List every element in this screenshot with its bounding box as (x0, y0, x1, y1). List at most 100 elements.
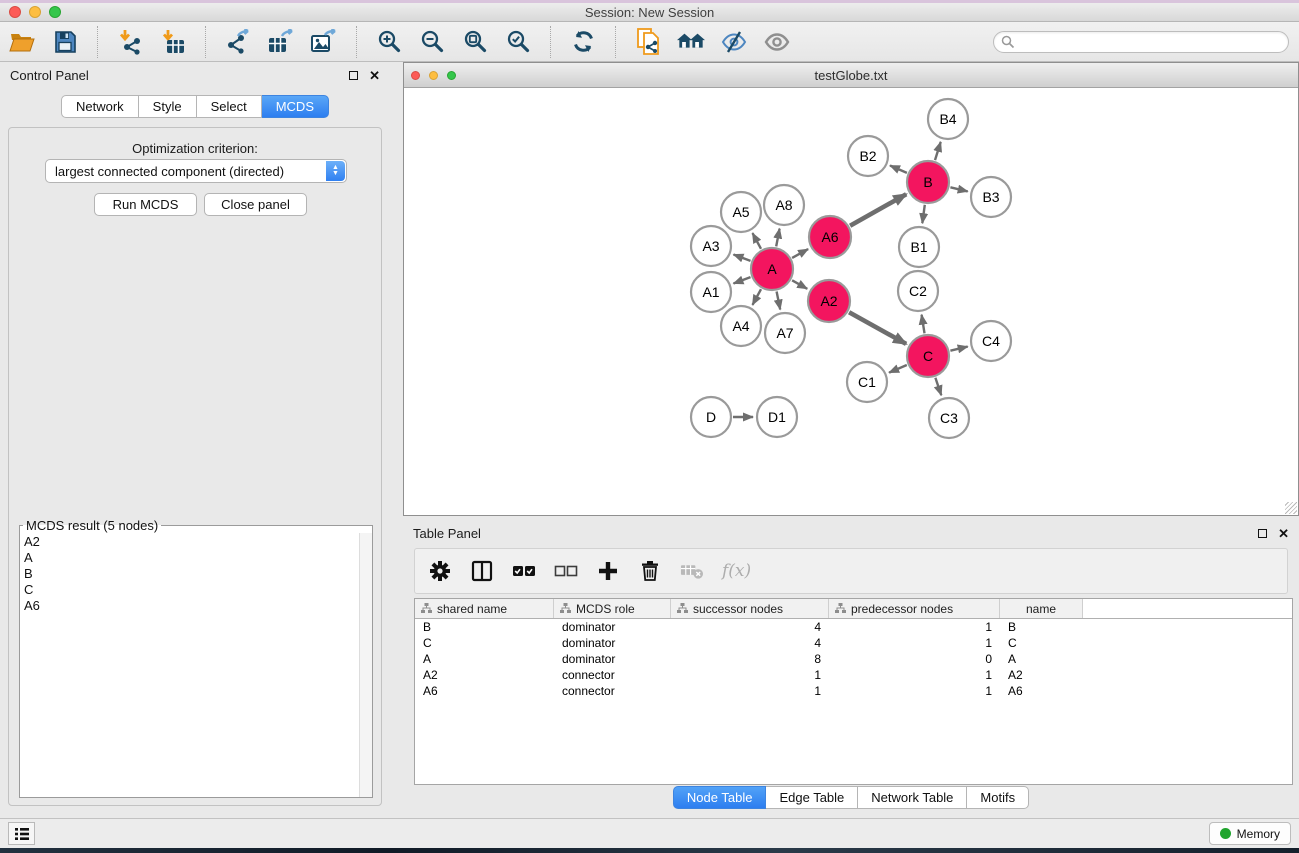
cell-MCDS-role[interactable]: dominator (554, 652, 671, 666)
mcds-result-item[interactable]: C (24, 582, 372, 598)
import-network-icon[interactable] (116, 28, 144, 56)
function-builder-icon[interactable]: f(x) (722, 561, 751, 581)
delete-columns-trash-icon[interactable] (638, 559, 662, 583)
graph-edge-C-C3[interactable] (935, 378, 941, 396)
refresh-icon[interactable] (569, 28, 597, 56)
tab-node-table[interactable]: Node Table (673, 786, 767, 809)
cell-predecessor-nodes[interactable]: 1 (829, 684, 1000, 698)
cell-successor-nodes[interactable]: 8 (671, 652, 829, 666)
titlebar[interactable]: Session: New Session (0, 3, 1299, 22)
tab-edge-table[interactable]: Edge Table (766, 786, 858, 809)
cell-name[interactable]: A (1000, 652, 1083, 666)
export-image-icon[interactable] (310, 28, 338, 56)
import-table-icon[interactable] (159, 28, 187, 56)
cell-predecessor-nodes[interactable]: 1 (829, 668, 1000, 682)
tab-network-table[interactable]: Network Table (858, 786, 967, 809)
graph-node-B1[interactable]: B1 (899, 227, 939, 267)
cell-name[interactable]: A2 (1000, 668, 1083, 682)
graph-edge-A-A2[interactable] (792, 280, 807, 289)
table-row[interactable]: Adominator80A (415, 651, 1292, 667)
graph-edge-A-A6[interactable] (792, 249, 808, 258)
deselect-all-icon[interactable] (554, 559, 578, 583)
cell-name[interactable]: B (1000, 620, 1083, 634)
graph-node-A1[interactable]: A1 (691, 272, 731, 312)
cell-predecessor-nodes[interactable]: 1 (829, 620, 1000, 634)
mcds-result-item[interactable]: A2 (24, 534, 372, 550)
show-all-eye-icon[interactable] (763, 28, 791, 56)
graph-edge-A2-C[interactable] (849, 312, 906, 344)
run-mcds-button[interactable]: Run MCDS (94, 193, 197, 216)
graph-edge-A-A8[interactable] (776, 229, 779, 247)
mcds-result-item[interactable]: A6 (24, 598, 372, 614)
column-header-successor-nodes[interactable]: successor nodes (671, 599, 829, 618)
graph-edge-C-C1[interactable] (889, 365, 907, 373)
hide-selected-eye-icon[interactable] (720, 28, 748, 56)
zoom-selected-icon[interactable] (504, 28, 532, 56)
zoom-fit-icon[interactable] (461, 28, 489, 56)
create-column-plus-icon[interactable] (596, 559, 620, 583)
cell-predecessor-nodes[interactable]: 0 (829, 652, 1000, 666)
select-all-icon[interactable] (512, 559, 536, 583)
graph-node-C4[interactable]: C4 (971, 321, 1011, 361)
cell-MCDS-role[interactable]: connector (554, 684, 671, 698)
graph-edge-A-A5[interactable] (753, 233, 762, 249)
close-table-panel-icon[interactable]: ✕ (1278, 527, 1289, 540)
cell-MCDS-role[interactable]: connector (554, 668, 671, 682)
table-row[interactable]: Bdominator41B (415, 619, 1292, 635)
result-scrollbar[interactable] (359, 533, 372, 797)
cell-name[interactable]: A6 (1000, 684, 1083, 698)
table-row[interactable]: A2connector11A2 (415, 667, 1292, 683)
graph-node-B[interactable]: B (907, 161, 949, 203)
tab-mcds[interactable]: MCDS (262, 95, 329, 118)
table-row[interactable]: Cdominator41C (415, 635, 1292, 651)
new-network-from-selection-icon[interactable] (634, 28, 662, 56)
graph-node-A7[interactable]: A7 (765, 313, 805, 353)
graph-edge-C-C2[interactable] (922, 315, 925, 334)
cell-successor-nodes[interactable]: 1 (671, 668, 829, 682)
graph-edge-C-C4[interactable] (950, 347, 967, 351)
criterion-dropdown[interactable]: largest connected component (directed) ▲… (45, 159, 347, 183)
graph-node-A3[interactable]: A3 (691, 226, 731, 266)
mcds-result-item[interactable]: B (24, 566, 372, 582)
cell-successor-nodes[interactable]: 1 (671, 684, 829, 698)
first-neighbors-houses-icon[interactable] (677, 28, 705, 56)
graph-node-A6[interactable]: A6 (809, 216, 851, 258)
close-panel-button[interactable]: Close panel (204, 193, 307, 216)
memory-button[interactable]: Memory (1209, 822, 1291, 845)
column-header-predecessor-nodes[interactable]: predecessor nodes (829, 599, 1000, 618)
graph-edge-B-B1[interactable] (922, 205, 925, 223)
delete-table-icon[interactable] (680, 559, 704, 583)
column-header-shared-name[interactable]: shared name (415, 599, 554, 618)
zoom-in-icon[interactable] (375, 28, 403, 56)
cell-shared-name[interactable]: A (415, 652, 554, 666)
graph-node-C2[interactable]: C2 (898, 271, 938, 311)
graph-node-A4[interactable]: A4 (721, 306, 761, 346)
cell-MCDS-role[interactable]: dominator (554, 636, 671, 650)
show-column-icon[interactable] (470, 559, 494, 583)
tab-network[interactable]: Network (61, 95, 139, 118)
graph-edge-B-B3[interactable] (950, 187, 967, 191)
float-panel-icon[interactable] (349, 71, 358, 80)
task-history-button[interactable] (8, 822, 35, 845)
graph-node-C3[interactable]: C3 (929, 398, 969, 438)
network-window-titlebar[interactable]: testGlobe.txt (404, 63, 1298, 88)
network-graph[interactable]: AA1A2A3A4A5A6A7A8BB1B2B3B4CC1C2C3C4DD1 (404, 88, 1298, 515)
graph-edge-A-A1[interactable] (734, 277, 751, 283)
save-session-icon[interactable] (51, 28, 79, 56)
node-table[interactable]: shared nameMCDS rolesuccessor nodesprede… (414, 598, 1293, 785)
graph-node-A[interactable]: A (751, 248, 793, 290)
tab-style[interactable]: Style (139, 95, 197, 118)
cell-MCDS-role[interactable]: dominator (554, 620, 671, 634)
graph-node-B2[interactable]: B2 (848, 136, 888, 176)
graph-edge-A6-B[interactable] (850, 194, 906, 226)
cell-shared-name[interactable]: B (415, 620, 554, 634)
resize-grip[interactable] (1285, 502, 1297, 514)
export-network-icon[interactable] (224, 28, 252, 56)
graph-node-B4[interactable]: B4 (928, 99, 968, 139)
cell-successor-nodes[interactable]: 4 (671, 636, 829, 650)
graph-node-A5[interactable]: A5 (721, 192, 761, 232)
network-canvas[interactable]: AA1A2A3A4A5A6A7A8BB1B2B3B4CC1C2C3C4DD1 (404, 88, 1298, 515)
tab-select[interactable]: Select (197, 95, 262, 118)
search-input[interactable] (993, 31, 1289, 53)
graph-node-D1[interactable]: D1 (757, 397, 797, 437)
